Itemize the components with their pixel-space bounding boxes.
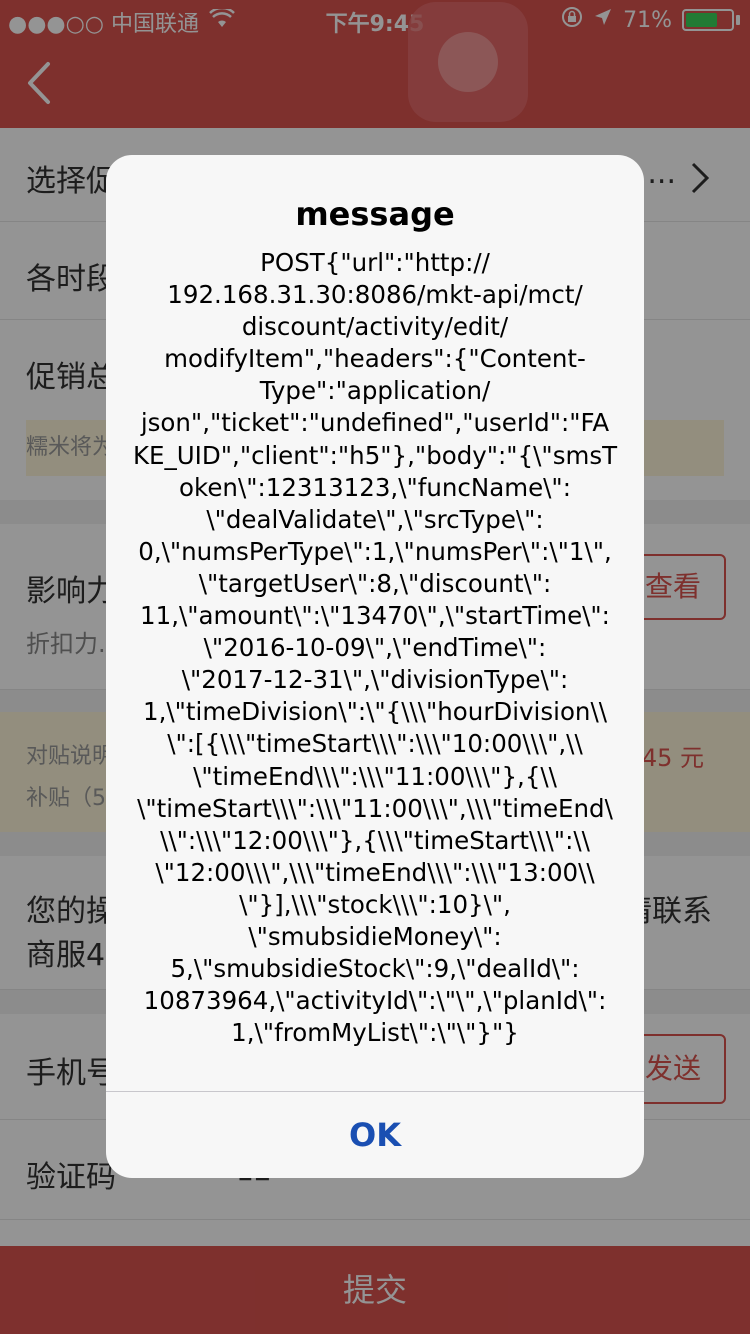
alert-message: POST{"url":"http:// 192.168.31.30:8086/m… — [132, 248, 618, 1048]
ok-button[interactable]: OK — [106, 1092, 644, 1178]
alert-title: message — [295, 195, 455, 233]
alert-dialog: message POST{"url":"http:// 192.168.31.3… — [106, 155, 644, 1178]
